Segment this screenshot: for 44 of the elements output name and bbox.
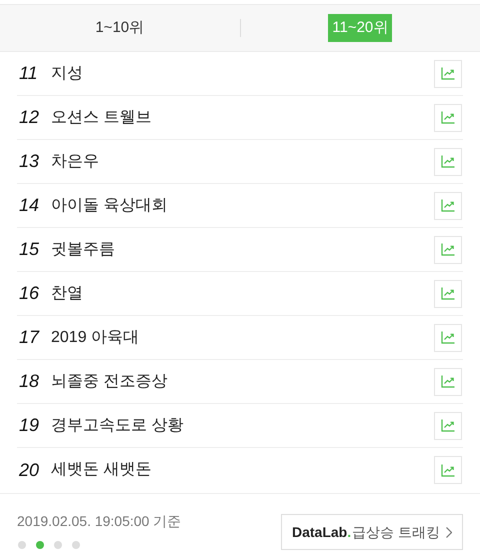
line-chart-icon — [441, 464, 455, 476]
line-chart-icon — [441, 199, 455, 212]
range-tab[interactable]: 1~10위 — [91, 14, 148, 42]
rank-number: 16 — [18, 282, 40, 305]
timestamp: 2019.02.05. 19:05:00 기준 — [17, 512, 182, 530]
keyword-link[interactable]: 지성 — [51, 62, 434, 86]
trend-chart-button[interactable] — [434, 236, 462, 264]
trend-chart-button[interactable] — [434, 456, 462, 484]
trend-chart-button[interactable] — [434, 148, 462, 176]
line-chart-icon — [441, 419, 455, 432]
keyword-link[interactable]: 차은우 — [51, 150, 434, 174]
keyword-link[interactable]: 뇌졸중 전조증상 — [51, 370, 434, 394]
rank-number: 13 — [18, 150, 40, 173]
line-chart-icon — [441, 67, 455, 80]
rank-number: 18 — [18, 370, 40, 393]
line-chart-icon — [441, 155, 455, 168]
trend-chart-button[interactable] — [434, 412, 462, 440]
keyword-link[interactable]: 2019 아육대 — [51, 326, 434, 350]
trend-chart-button[interactable] — [434, 368, 462, 396]
chevron-right-icon — [446, 526, 452, 538]
rank-number: 17 — [18, 326, 40, 349]
rank-number: 14 — [18, 194, 40, 217]
trend-chart-button[interactable] — [434, 60, 462, 88]
line-chart-icon — [441, 375, 455, 388]
datalab-button[interactable]: DataLab.급상승 트래킹 — [280, 514, 463, 550]
trend-chart-button[interactable] — [434, 192, 462, 220]
line-chart-icon — [441, 243, 455, 256]
trend-chart-button[interactable] — [434, 324, 462, 352]
keyword-link[interactable]: 경부고속도로 상황 — [51, 414, 434, 438]
rank-number: 11 — [18, 62, 39, 85]
line-chart-icon — [441, 331, 455, 344]
line-chart-icon — [441, 111, 455, 124]
trend-chart-button[interactable] — [434, 280, 462, 308]
keyword-link[interactable]: 귓볼주름 — [51, 238, 434, 262]
trend-chart-button[interactable] — [434, 104, 462, 132]
keyword-link[interactable]: 찬열 — [51, 282, 434, 306]
rank-number: 20 — [18, 458, 40, 482]
rank-number: 15 — [18, 238, 40, 261]
keyword-link[interactable]: 오션스 트웰브 — [51, 106, 434, 130]
rank-number: 19 — [18, 414, 40, 437]
keyword-link[interactable]: 아이돌 육상대회 — [51, 194, 434, 218]
keyword-link[interactable]: 세뱃돈 새뱃돈 — [51, 458, 434, 482]
rank-number: 12 — [18, 106, 40, 129]
line-chart-icon — [441, 287, 455, 300]
